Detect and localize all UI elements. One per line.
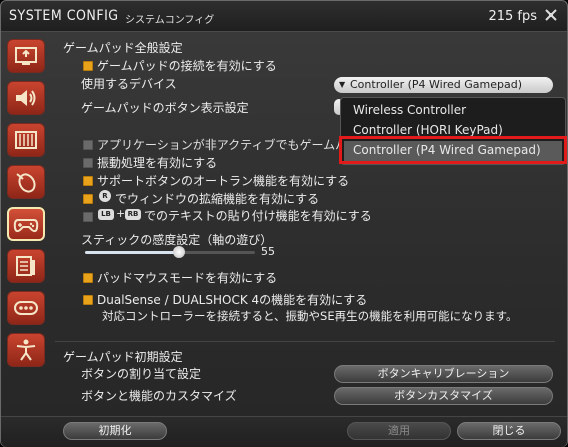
window-scale-checkbox[interactable]: [83, 194, 93, 204]
hud-settings-icon: [15, 131, 37, 149]
rb-button-icon: RB: [125, 209, 141, 220]
mouse-settings-icon: [16, 173, 36, 193]
highlight-annotation-box: [339, 136, 567, 164]
stick-sensitivity-slider[interactable]: [85, 246, 255, 258]
window-scale-label: でウィンドウの拡縮機能を有効にする: [115, 192, 320, 206]
r-stick-icon: R: [99, 190, 111, 202]
device-select[interactable]: ▼ Controller (P4 Wired Gamepad): [334, 77, 553, 93]
gamepad-settings-icon: [13, 219, 39, 233]
dualsense-checkbox[interactable]: [83, 295, 93, 305]
sidebar-item-gamepad[interactable]: [7, 207, 45, 241]
button-calibration-button[interactable]: ボタンキャリブレーション: [334, 365, 553, 383]
pad-mouse-label: パッドマウスモードを有効にする: [97, 271, 278, 285]
sound-settings-icon: [16, 90, 36, 106]
window-title: SYSTEM CONFIG: [9, 8, 119, 24]
stick-sensitivity-value: 55: [261, 245, 275, 258]
dropdown-option-wireless[interactable]: Wireless Controller: [353, 103, 466, 117]
apply-button[interactable]: 適用: [347, 422, 451, 440]
vibration-checkbox[interactable]: [83, 158, 93, 168]
dualsense-note: 対応コントローラーを接続すると、振動やSE再生の機能を利用可能になります。: [102, 309, 518, 323]
button-customize-button[interactable]: ボタンカスタマイズ: [334, 387, 553, 405]
device-select-value: Controller (P4 Wired Gamepad): [350, 78, 522, 91]
title-bar: SYSTEM CONFIG システムコンフィグ 215 fps: [1, 1, 567, 32]
pad-mouse-checkbox[interactable]: [83, 273, 93, 283]
button-assign-label: ボタンの割り当て設定: [81, 367, 202, 381]
button-display-label: ゲームパッドのボタン表示設定: [81, 101, 249, 115]
enable-connection-checkbox[interactable]: [83, 61, 93, 71]
sidebar-item-hud[interactable]: [7, 123, 45, 157]
sidebar-item-sound[interactable]: [7, 81, 45, 115]
sidebar-item-accessibility[interactable]: [7, 333, 45, 367]
accessibility-icon: [16, 339, 36, 361]
fps-counter: 215 fps: [488, 9, 537, 24]
inactive-app-label: アプリケーションが非アクティブでもゲームパ: [97, 138, 348, 152]
paste-checkbox[interactable]: [83, 212, 93, 222]
slider-handle[interactable]: [172, 246, 185, 258]
button-customize-label: ボタンと機能のカスタマイズ: [81, 389, 237, 403]
sidebar-item-mouse[interactable]: [7, 165, 45, 199]
lb-button-icon: LB: [98, 209, 114, 220]
chevron-down-icon: ▼: [339, 80, 346, 89]
section-title-initial: ゲームパッド初期設定: [63, 350, 183, 364]
window-subtitle: システムコンフィグ: [125, 15, 215, 26]
other-settings-icon: [14, 301, 38, 315]
sidebar-item-log[interactable]: [7, 249, 45, 283]
close-button[interactable]: 閉じる: [457, 422, 561, 440]
section-title-general: ゲームパッド全般設定: [63, 41, 183, 55]
display-settings-icon: [15, 47, 37, 65]
dualsense-label: DualSense / DUALSHOCK 4の機能を有効にする: [97, 293, 368, 307]
vibration-label: 振動処理を有効にする: [97, 156, 218, 170]
autorun-label: サポートボタンのオートラン機能を有効にする: [97, 174, 350, 188]
paste-plus: +: [116, 207, 126, 220]
section-divider: [55, 341, 555, 342]
device-label: 使用するデバイス: [81, 77, 177, 91]
autorun-checkbox[interactable]: [83, 176, 93, 186]
paste-label: でのテキストの貼り付け機能を有効にする: [144, 209, 372, 223]
dropdown-option-hori[interactable]: Controller (HORI KeyPad): [353, 123, 503, 137]
sidebar-item-other[interactable]: [7, 291, 45, 325]
sidebar-item-display[interactable]: [7, 39, 45, 73]
enable-connection-label: ゲームパッドの接続を有効にする: [97, 59, 277, 73]
slider-fill: [85, 251, 179, 254]
inactive-app-checkbox[interactable]: [83, 140, 93, 150]
log-window-icon: [16, 256, 35, 276]
system-config-window: SYSTEM CONFIG システムコンフィグ 215 fps ゲームパッド全般…: [0, 0, 568, 447]
reset-button[interactable]: 初期化: [63, 422, 167, 440]
close-icon[interactable]: [543, 7, 559, 23]
